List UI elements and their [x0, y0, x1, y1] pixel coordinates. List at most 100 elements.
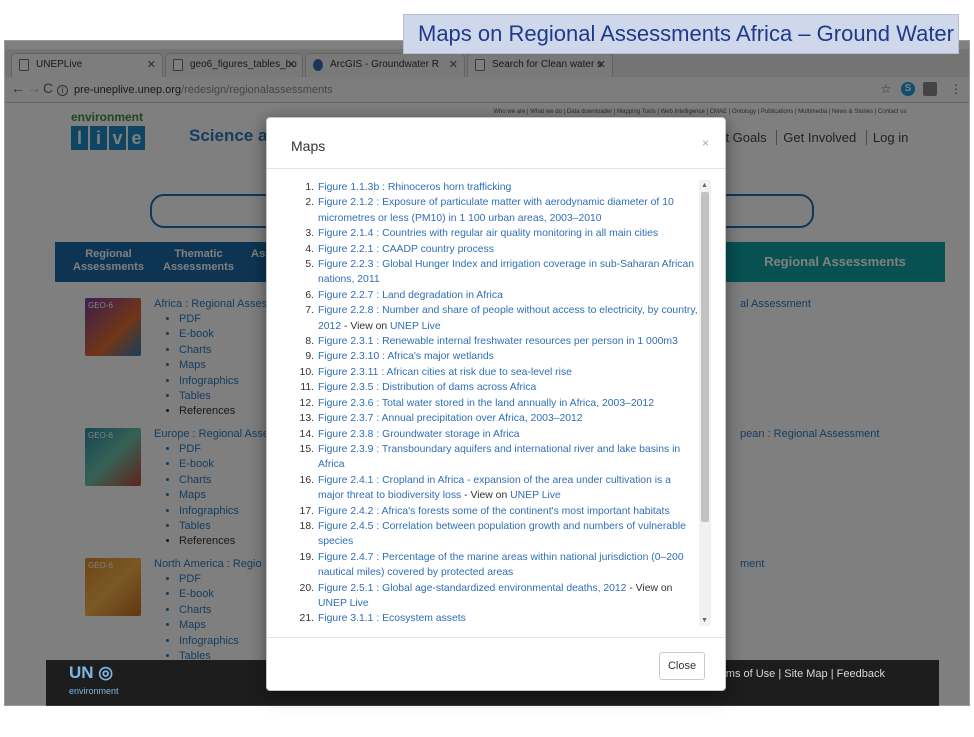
list-item-text: Figure 2.4.7 : Percentage of the marine …: [318, 550, 699, 581]
list-item-number: 10.: [299, 366, 314, 378]
list-item-number: 12.: [299, 397, 314, 409]
list-item-number: 15.: [299, 443, 314, 455]
list-item: 9. Figure 2.3.10 : Africa's major wetland…: [283, 349, 703, 364]
list-item-text: Figure 2.4.1 : Cropland in Africa - expa…: [318, 473, 699, 504]
figure-link[interactable]: Figure 2.4.7 : Percentage of the marine …: [318, 552, 684, 578]
close-button[interactable]: Close: [659, 652, 705, 680]
figure-link[interactable]: Figure 2.3.9 : Transboundary aquifers an…: [318, 444, 680, 470]
list-item-text: Figure 2.3.6 : Total water stored in the…: [318, 396, 699, 411]
list-item-number: 13.: [299, 413, 314, 425]
footer-logo-sub: environment: [69, 686, 119, 696]
scroll-up-icon[interactable]: ▲: [701, 182, 708, 189]
view-on-link[interactable]: UNEP Live: [318, 598, 369, 609]
list-item-number: 17.: [299, 505, 314, 517]
figure-link[interactable]: Figure 2.3.11 : African cities at risk d…: [318, 367, 572, 378]
view-on-link[interactable]: UNEP Live: [510, 490, 561, 501]
list-item-text: Figure 2.2.1 : CAADP country process: [318, 242, 699, 257]
list-item-text: Figure 2.2.7 : Land degradation in Afric…: [318, 288, 699, 303]
list-item-number: 3.: [305, 228, 314, 240]
list-item-text: Figure 3.1.1 : Ecosystem assets: [318, 611, 699, 626]
list-item-text: Figure 2.3.9 : Transboundary aquifers an…: [318, 442, 699, 473]
list-item-number: 5.: [305, 259, 314, 271]
view-on-link[interactable]: UNEP Live: [390, 321, 441, 332]
list-item-text: Figure 2.4.5 : Correlation between popul…: [318, 519, 699, 550]
list-item-text: Figure 2.2.3 : Global Hunger Index and i…: [318, 257, 699, 288]
list-item: 15. Figure 2.3.9 : Transboundary aquifers…: [283, 442, 703, 473]
figure-link[interactable]: Figure 2.2.3 : Global Hunger Index and i…: [318, 259, 694, 285]
list-item: 3. Figure 2.1.4 : Countries with regular …: [283, 226, 703, 241]
list-item-text: Figure 2.3.1 : Renewable internal freshw…: [318, 334, 699, 349]
list-item: 14. Figure 2.3.8 : Groundwater storage in…: [283, 427, 703, 442]
footer-links[interactable]: erms of Use | Site Map | Feedback: [716, 668, 885, 680]
modal-title: Maps: [291, 138, 326, 154]
list-item-number: 11.: [300, 382, 314, 394]
list-item-number: 19.: [299, 551, 314, 563]
scrollbar-thumb[interactable]: [701, 192, 709, 522]
list-item: 20. Figure 2.5.1 : Global age-standardize…: [283, 581, 703, 612]
figure-link[interactable]: Figure 2.3.6 : Total water stored in the…: [318, 398, 654, 409]
un-emblem-icon: ◎: [98, 663, 114, 682]
footer-logo-text: UN: [69, 663, 94, 682]
list-item: 10. Figure 2.3.11 : African cities at ris…: [283, 365, 703, 380]
close-icon[interactable]: ×: [702, 136, 709, 150]
slide-title: Maps on Regional Assessments Africa – Gr…: [403, 14, 959, 54]
list-item-number: 18.: [299, 520, 314, 532]
figure-link[interactable]: Figure 2.3.7 : Annual precipitation over…: [318, 413, 583, 424]
un-environment-logo[interactable]: UN ◎ environment: [69, 664, 119, 700]
modal-body: 1. Figure 1.1.3b : Rhinoceros horn traffi…: [283, 180, 711, 626]
scrollbar[interactable]: ▲ ▼: [699, 180, 711, 626]
figure-link[interactable]: Figure 2.3.10 : Africa's major wetlands: [318, 351, 494, 362]
figure-link[interactable]: Figure 2.3.5 : Distribution of dams acro…: [318, 382, 536, 393]
list-item: 7. Figure 2.2.8 : Number and share of peo…: [283, 303, 703, 334]
view-on-text: - View on: [461, 490, 511, 502]
list-item: 16. Figure 2.4.1 : Cropland in Africa - e…: [283, 473, 703, 504]
figure-link[interactable]: Figure 3.1.1 : Ecosystem assets: [318, 613, 466, 624]
list-item-text: Figure 1.1.3b : Rhinoceros horn traffick…: [318, 180, 699, 195]
list-item-text: Figure 2.4.2 : Africa's forests some of …: [318, 504, 699, 519]
figure-link[interactable]: Figure 2.3.1 : Renewable internal freshw…: [318, 336, 678, 347]
figure-link[interactable]: Figure 2.5.1 : Global age-standardized e…: [318, 583, 626, 594]
maps-modal: Maps × 1. Figure 1.1.3b : Rhinoceros horn…: [266, 117, 726, 691]
list-item-text: Figure 2.3.10 : Africa's major wetlands: [318, 349, 699, 364]
figure-link[interactable]: Figure 1.1.3b : Rhinoceros horn traffick…: [318, 182, 511, 193]
figure-link[interactable]: Figure 2.3.8 : Groundwater storage in Af…: [318, 429, 520, 440]
list-item: 12. Figure 2.3.6 : Total water stored in …: [283, 396, 703, 411]
list-item-number: 2.: [305, 197, 314, 209]
figure-link[interactable]: Figure 2.1.4 : Countries with regular ai…: [318, 228, 658, 239]
list-item-number: 16.: [299, 474, 314, 486]
figure-link[interactable]: Figure 2.2.1 : CAADP country process: [318, 244, 494, 255]
list-item-number: 1.: [305, 182, 314, 193]
list-item: 1. Figure 1.1.3b : Rhinoceros horn traffi…: [283, 180, 703, 195]
list-item-number: 7.: [305, 305, 314, 317]
list-item-number: 21.: [299, 613, 314, 625]
figure-link[interactable]: Figure 2.4.2 : Africa's forests some of …: [318, 506, 670, 517]
list-item-text: Figure 2.3.5 : Distribution of dams acro…: [318, 380, 699, 395]
list-item-text: Figure 2.5.1 : Global age-standardized e…: [318, 581, 699, 612]
list-item-text: Figure 2.3.8 : Groundwater storage in Af…: [318, 427, 699, 442]
list-item-text: Figure 2.3.7 : Annual precipitation over…: [318, 411, 699, 426]
list-item: 8. Figure 2.3.1 : Renewable internal fres…: [283, 334, 703, 349]
list-item-text: Figure 2.1.4 : Countries with regular ai…: [318, 226, 699, 241]
figure-link[interactable]: Figure 2.2.7 : Land degradation in Afric…: [318, 290, 503, 301]
figure-link[interactable]: Figure 2.4.5 : Correlation between popul…: [318, 521, 686, 547]
view-on-text: - View on: [626, 582, 673, 594]
scroll-down-icon[interactable]: ▼: [701, 617, 708, 624]
list-item-number: 8.: [305, 336, 314, 348]
list-item: 5. Figure 2.2.3 : Global Hunger Index and…: [283, 257, 703, 288]
list-item-text: Figure 2.3.11 : African cities at risk d…: [318, 365, 699, 380]
list-item-number: 6.: [305, 289, 314, 301]
list-item-number: 20.: [299, 582, 314, 594]
list-item: 6. Figure 2.2.7 : Land degradation in Afr…: [283, 288, 703, 303]
modal-divider: [267, 168, 725, 169]
maps-list: 1. Figure 1.1.3b : Rhinoceros horn traffi…: [283, 180, 703, 626]
list-item: 17. Figure 2.4.2 : Africa's forests some …: [283, 504, 703, 519]
list-item: 18. Figure 2.4.5 : Correlation between po…: [283, 519, 703, 550]
list-item: 19. Figure 2.4.7 : Percentage of the mari…: [283, 550, 703, 581]
list-item: 11. Figure 2.3.5 : Distribution of dams a…: [283, 380, 703, 395]
figure-link[interactable]: Figure 2.1.2 : Exposure of particulate m…: [318, 197, 674, 223]
list-item-number: 14.: [299, 428, 314, 440]
list-item: 2. Figure 2.1.2 : Exposure of particulate…: [283, 195, 703, 226]
slide: Maps on Regional Assessments Africa – Gr…: [0, 0, 974, 737]
list-item-text: Figure 2.2.8 : Number and share of peopl…: [318, 303, 699, 334]
list-item-text: Figure 2.1.2 : Exposure of particulate m…: [318, 195, 699, 226]
